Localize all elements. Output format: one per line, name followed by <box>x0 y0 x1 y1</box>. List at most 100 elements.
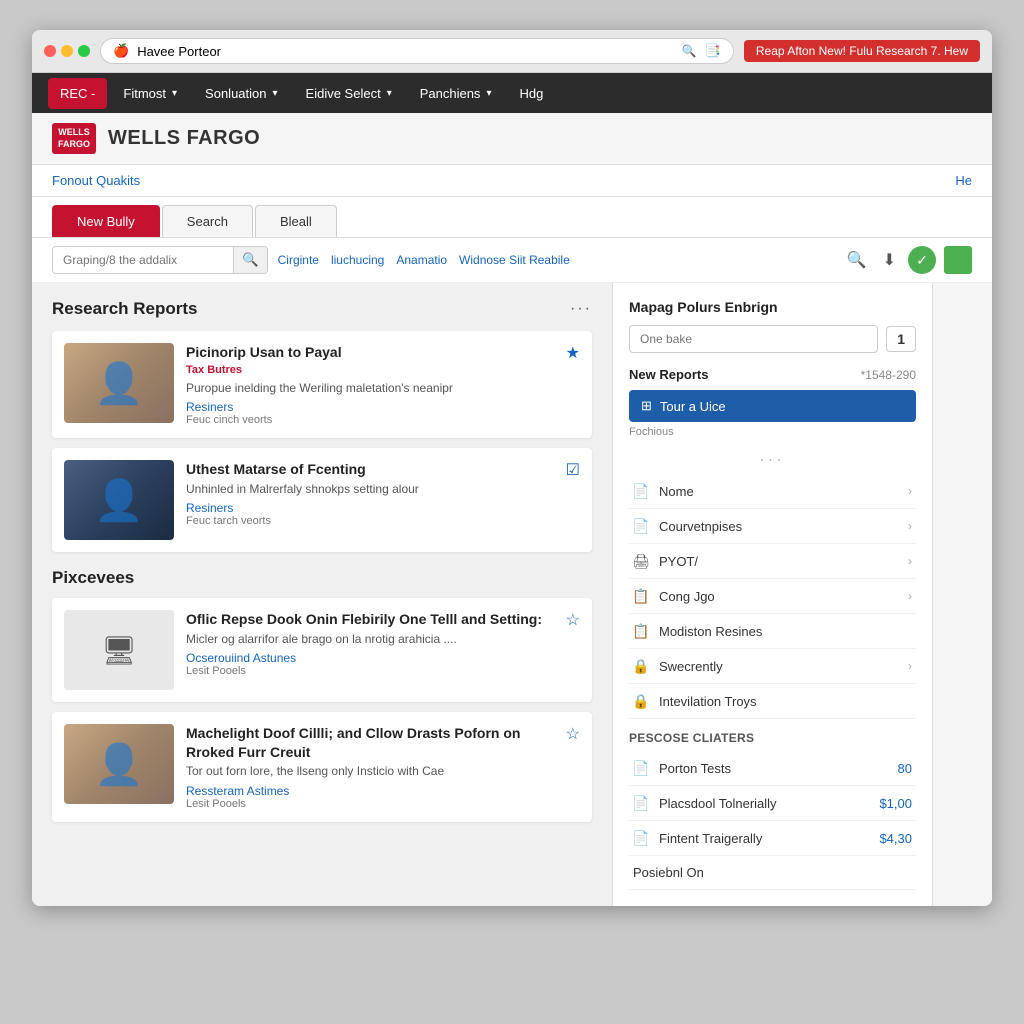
pescose-header: Pescose Cliaters <box>629 731 916 745</box>
menu-item-intevilation[interactable]: 🔒 Intevilation Troys <box>629 684 916 719</box>
article-star-1[interactable]: ★ <box>566 343 580 363</box>
nav-item-sonluation[interactable]: Sonluation ▾ <box>193 78 289 109</box>
menu-item-swecrently[interactable]: 🔒 Swecrently › <box>629 649 916 684</box>
fochious-label: Fochious <box>629 426 916 438</box>
wf-logo: WELLS FARGO <box>52 123 96 154</box>
he-link[interactable]: He <box>955 173 972 188</box>
screen-icon: 🖥 <box>101 634 137 667</box>
wf-header: WELLS FARGO WELLS FARGO <box>32 113 992 165</box>
sub-nav: Fonout Quakits He <box>32 165 992 197</box>
nav-item-panchiens[interactable]: Panchiens ▾ <box>408 78 504 109</box>
menu-item-nome[interactable]: 📄 Nome › <box>629 474 916 509</box>
chevron-right-icon: › <box>908 659 912 673</box>
pixcevees-date-1: Lesit Pooels <box>186 665 554 677</box>
person-silhouette-3: 👤 <box>94 741 144 788</box>
apple-icon: 🍎 <box>113 43 129 59</box>
chevron-down-icon: ▾ <box>387 88 392 99</box>
pixcevees-author-2[interactable]: Ressteram Astimes <box>186 784 554 798</box>
pixcevees-body-2: Machelight Doof Cillli; and Cllow Drasts… <box>186 724 554 809</box>
search-button[interactable]: 🔍 <box>843 246 871 274</box>
address-input[interactable] <box>137 44 674 59</box>
article-desc-1: Puropue inelding the Weriling maletation… <box>186 380 554 397</box>
tab-search[interactable]: Search <box>162 205 253 237</box>
article-date-1: Feuc cinch veorts <box>186 414 554 426</box>
article-date-2: Feuc tarch veorts <box>186 515 554 527</box>
person-silhouette-2: 👤 <box>94 477 144 524</box>
pescose-value-0: 80 <box>898 761 912 776</box>
pescose-item-porton[interactable]: 📄 Porton Tests 80 <box>629 751 916 786</box>
nav-item-hdg[interactable]: Hdg <box>507 78 555 109</box>
right-search-input[interactable] <box>629 325 878 353</box>
right-search-row: 1 <box>629 325 916 353</box>
tab-bleall[interactable]: Bleall <box>255 205 337 237</box>
download-button[interactable]: ⬇ <box>879 246 900 274</box>
pixcevees-star-2[interactable]: ☆ <box>566 724 580 744</box>
toolbar: 🔍 Cirginte liuchucing Anamatio Widnose S… <box>32 238 992 283</box>
nav-item-eidive[interactable]: Eidive Select ▾ <box>294 78 404 109</box>
document-icon: 📄 <box>633 830 649 846</box>
chevron-right-icon: › <box>908 519 912 533</box>
person-image-3: 👤 <box>64 724 174 804</box>
toolbar-search-input[interactable] <box>53 248 233 272</box>
address-bar[interactable]: 🍎 🔍 📑 <box>100 38 734 64</box>
document-icon: 📄 <box>633 760 649 776</box>
pixcevees-title-2: Machelight Doof Cillli; and Cllow Drasts… <box>186 724 554 760</box>
research-reports-title: Research Reports <box>52 299 198 319</box>
more-button[interactable]: ··· <box>570 300 592 318</box>
minimize-dot[interactable] <box>61 45 73 57</box>
pixcevees-star-1[interactable]: ☆ <box>566 610 580 630</box>
pixcevees-title-1: Oflic Repse Dook Onin Flebirily One Tell… <box>186 610 554 628</box>
chevron-down-icon: ▾ <box>486 88 491 99</box>
article-img-1: 👤 <box>64 343 174 423</box>
toolbar-link-liuchucing[interactable]: liuchucing <box>331 253 384 267</box>
article-card-2: 👤 Uthest Matarse of Fcenting Unhinled in… <box>52 448 592 552</box>
menu-item-congjgo[interactable]: 📋 Cong Jgo › <box>629 579 916 614</box>
person-image-1: 👤 <box>64 343 174 423</box>
toolbar-actions: 🔍 ⬇ ✓ <box>843 246 972 274</box>
pixcevees-author-1[interactable]: Ocserouiind Astunes <box>186 651 554 665</box>
article-body-2: Uthest Matarse of Fcenting Unhinled in M… <box>186 460 554 527</box>
pescose-value-2: $4,30 <box>879 831 912 846</box>
pescose-item-fintent[interactable]: 📄 Fintent Traigerally $4,30 <box>629 821 916 856</box>
toolbar-link-widnose[interactable]: Widnose Siit Reabile <box>459 253 570 267</box>
menu-item-modiston[interactable]: 📋 Modiston Resines <box>629 614 916 649</box>
far-right-panel <box>932 283 992 906</box>
check-button[interactable]: ✓ <box>908 246 936 274</box>
maximize-dot[interactable] <box>78 45 90 57</box>
article-star-2[interactable]: ☑ <box>566 460 580 480</box>
pescose-item-placsdool[interactable]: 📄 Placsdool Tolnerially $1,00 <box>629 786 916 821</box>
toolbar-search: 🔍 <box>52 246 268 274</box>
screen-image-1: 🖥 <box>64 610 174 690</box>
article-body-1: Picinorip Usan to Payal Tax Butres Purop… <box>186 343 554 426</box>
article-author-2[interactable]: Resiners <box>186 501 554 515</box>
right-panel-title: Mapag Polurs Enbrign <box>629 299 916 315</box>
article-author-1[interactable]: Resiners <box>186 400 554 414</box>
search-icon: 🔍 <box>682 44 697 58</box>
pixcevees-card-1: 🖥 Oflic Repse Dook Onin Flebirily One Te… <box>52 598 592 702</box>
main-content: Research Reports ··· 👤 Picinorip Usan to… <box>32 283 992 906</box>
windows-icon: ⊞ <box>641 398 652 414</box>
fonout-quakits-link[interactable]: Fonout Quakits <box>52 173 140 188</box>
menu-item-pyot[interactable]: 🖨 PYOT/ › <box>629 544 916 579</box>
research-reports-header: Research Reports ··· <box>52 299 592 319</box>
chevron-right-icon: › <box>908 554 912 568</box>
toolbar-search-button[interactable]: 🔍 <box>233 247 267 273</box>
nav-item-rec[interactable]: REC - <box>48 78 107 109</box>
tab-new-bully[interactable]: New Bully <box>52 205 160 237</box>
toolbar-link-anamatio[interactable]: Anamatio <box>396 253 447 267</box>
right-panel: Mapag Polurs Enbrign 1 New Reports *1548… <box>612 283 932 906</box>
tour-button[interactable]: ⊞ Tour a Uice <box>629 390 916 422</box>
document-icon: 📄 <box>633 795 649 811</box>
pixcevees-desc-1: Micler og alarrifor ale brago on la nrot… <box>186 631 554 648</box>
close-dot[interactable] <box>44 45 56 57</box>
pescose-items-list: 📄 Porton Tests 80 📄 Placsdool Tolneriall… <box>629 751 916 856</box>
nav-item-fitmost[interactable]: Fitmost ▾ <box>111 78 189 109</box>
chevron-right-icon: › <box>908 589 912 603</box>
article-title-1: Picinorip Usan to Payal <box>186 343 554 361</box>
green-action-button[interactable] <box>944 246 972 274</box>
menu-item-courvetnpises[interactable]: 📄 Courvetnpises › <box>629 509 916 544</box>
toolbar-link-cirginte[interactable]: Cirginte <box>278 253 319 267</box>
pixcevees-date-2: Lesit Pooels <box>186 798 554 810</box>
pixcevees-img-2: 👤 <box>64 724 174 804</box>
document-icon: 📄 <box>633 518 649 534</box>
